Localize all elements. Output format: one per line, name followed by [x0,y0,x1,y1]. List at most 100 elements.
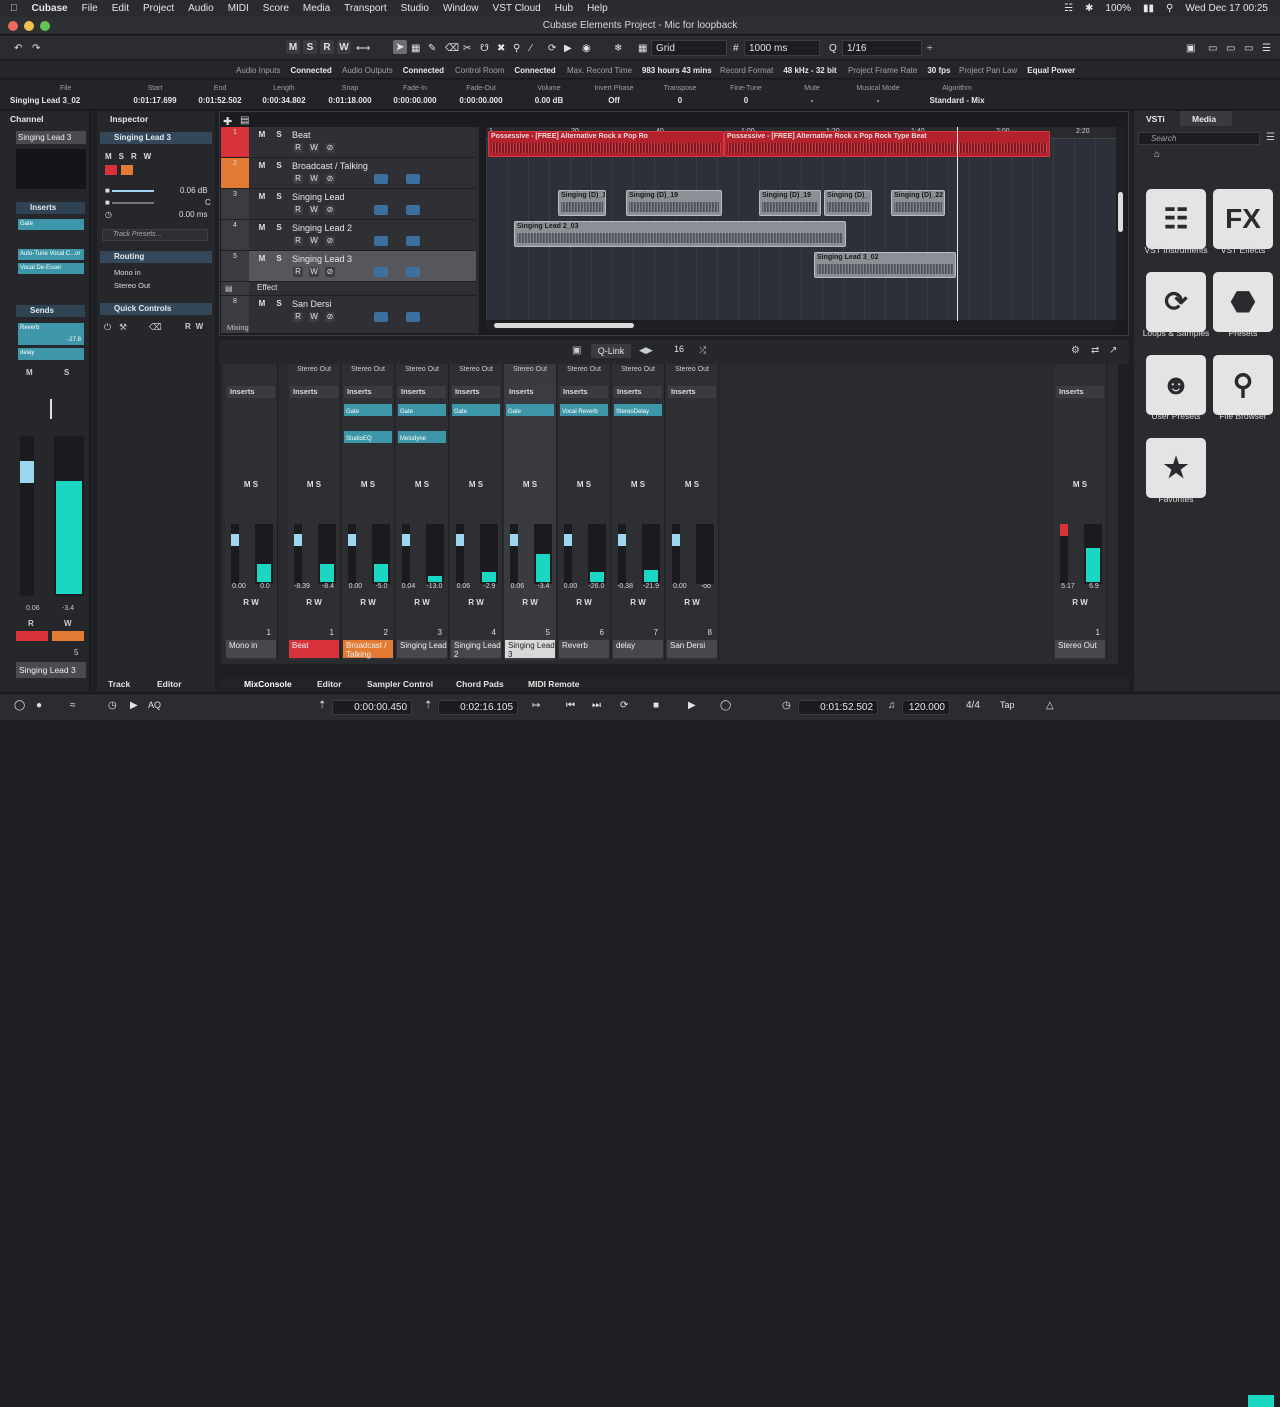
channel-monitor-enable[interactable] [52,631,84,641]
menu-transport[interactable]: Transport [344,3,386,14]
redo-icon[interactable]: ↷ [32,40,40,56]
clock[interactable]: Wed Dec 17 00:25 [1185,3,1268,14]
channel-volume-value[interactable]: 0.00 [349,583,363,590]
channel-read-write[interactable]: R W [666,598,718,607]
channel-pan-value[interactable]: -3.4 [62,605,74,612]
track-freeze-icon[interactable]: ⊘ [325,267,335,277]
channel-insert-deesser[interactable]: Vocal De-Esser [18,263,84,274]
channel-name-label[interactable]: Reverb [559,640,609,658]
track-name[interactable]: San Dersi [292,299,332,309]
track-write-button[interactable]: W [309,143,319,153]
track-name[interactable]: Singing Lead 2 [292,223,352,233]
track-mute-button[interactable]: M [257,161,267,171]
qc-read-write[interactable]: RW [185,322,208,331]
inspector-pan[interactable]: ■ C [105,198,211,207]
vst-instruments-icon[interactable]: ☷ [1146,189,1206,249]
channel-output-routing[interactable]: Stereo Out [396,366,448,373]
inspector-routing-header[interactable]: Routing [100,251,212,263]
track-name[interactable]: Beat [292,130,311,140]
track-mute-button[interactable]: M [257,223,267,233]
track-lane-button[interactable] [406,205,420,215]
mute-tool-icon[interactable]: ✖ [497,40,505,56]
color-tool-icon[interactable]: ◉ [582,40,591,56]
mixer-popout-icon[interactable]: ↗ [1109,345,1117,356]
channel-pan-value[interactable]: -21.9 [643,583,659,590]
channel-name-label[interactable]: delay [613,640,663,658]
channel-read-write[interactable]: R W [504,598,556,607]
right-locator-value[interactable]: 0:02:16.105 [438,700,518,715]
fader-handle[interactable] [402,534,410,546]
read-all-button[interactable]: R [320,40,334,54]
inspector-monitor-button[interactable] [121,165,133,175]
channel-fader[interactable] [20,436,34,596]
playhead-position[interactable]: 0:01:52.502 [798,700,878,715]
left-locator-value[interactable]: 0:00:00.450 [332,700,412,715]
channel-output-routing[interactable]: Stereo Out [612,366,664,373]
info-algorithm[interactable]: Algorithm Standard - Mix [922,85,992,105]
channel-inserts-header[interactable]: Inserts [452,386,500,398]
channel-volume-value[interactable]: -0.38 [617,583,633,590]
channel-inserts-header[interactable]: Inserts [560,386,608,398]
channel-volume-fader[interactable] [672,524,680,584]
cycle-icon[interactable]: ⟳ [620,700,628,711]
presets-icon[interactable]: ⬣ [1213,272,1273,332]
layout-toggle-icon[interactable]: ▣ [1186,40,1195,56]
track-list-options-icon[interactable]: ▤ [240,115,249,126]
channel-output-routing[interactable]: Stereo Out [288,366,340,373]
tab-mixconsole[interactable]: MixConsole [244,679,292,689]
channel-volume-fader[interactable] [231,524,239,584]
channel-volume-fader[interactable] [456,524,464,584]
channel-output-routing[interactable]: Stereo Out [666,366,718,373]
play-button[interactable]: ▶ [688,700,696,711]
channel-name-label[interactable]: Singing Lead [397,640,447,658]
channel-pan-knob[interactable] [50,399,52,419]
master-read-write[interactable]: R W [1054,598,1106,607]
time-warp-icon[interactable]: ⟳ [548,40,556,56]
right-locator-icon[interactable]: ⇡ [424,700,432,711]
vst-effects-icon[interactable]: FX [1213,189,1273,249]
channel-pan-value[interactable]: -13.0 [426,583,442,590]
info-volume[interactable]: Volume 0.00 dB [518,85,580,105]
track-lane-button[interactable] [406,236,420,246]
master-pan-value[interactable]: 6.9 [1089,583,1099,590]
channel-read-write[interactable]: R W [558,598,610,607]
fader-handle[interactable] [348,534,356,546]
channel-send-reverb[interactable]: Reverb -27.8 [18,323,84,345]
vertical-scrollbar[interactable] [1117,127,1125,320]
channel-send-delay[interactable]: delay [18,348,84,360]
tab-midi-remote[interactable]: MIDI Remote [528,679,579,689]
channel-inserts-header[interactable]: Inserts [506,386,554,398]
comp-tool-icon[interactable]: ∕ [530,40,532,56]
channel-fader-handle[interactable] [20,461,34,483]
track-mute-button[interactable]: M [257,254,267,264]
undo-icon[interactable]: ↶ [14,40,22,56]
inspector-record-button[interactable] [105,165,117,175]
channel-inserts-header[interactable]: Inserts [614,386,662,398]
track-solo-button[interactable]: S [274,223,284,233]
track-write-button[interactable]: W [309,267,319,277]
menu-vstcloud[interactable]: VST Cloud [493,3,541,14]
track-read-button[interactable]: R [293,174,303,184]
tap-tempo-button[interactable]: Tap [1000,700,1015,710]
inspector-delay[interactable]: ◷ 0.00 ms [105,210,207,219]
channel-volume-value[interactable]: 0.06 [26,605,40,612]
apple-icon[interactable]:  [10,3,18,14]
menu-edit[interactable]: Edit [112,3,129,14]
track-solo-button[interactable]: S [274,192,284,202]
erase-tool-icon[interactable]: ⌫ [445,40,459,56]
track-lane-button[interactable] [406,174,420,184]
user-presets-icon[interactable]: ☻ [1146,355,1206,415]
channel-read-write[interactable]: R W [396,598,448,607]
tempo-track-icon[interactable]: ♫ [888,700,896,711]
channel-sends-header[interactable]: Sends [16,305,85,317]
info-length[interactable]: Length 0:00:34.802 [254,85,314,105]
auto-quantize-button[interactable]: AQ [148,700,161,710]
tab-sampler-control[interactable]: Sampler Control [367,679,433,689]
info-transpose[interactable]: Transpose 0 [650,85,710,105]
audio-event-singing-d[interactable]: Singing (D)_ [824,190,872,216]
channel-volume-value[interactable]: 0.00 [564,583,578,590]
insert-slot[interactable]: Gate [398,404,446,416]
channel-insert-autotune[interactable]: Auto-Tune Vocal C...or [18,249,84,260]
loops-samples-icon[interactable]: ⟳ [1146,272,1206,332]
go-to-start-icon[interactable]: ⏮ [566,700,575,711]
